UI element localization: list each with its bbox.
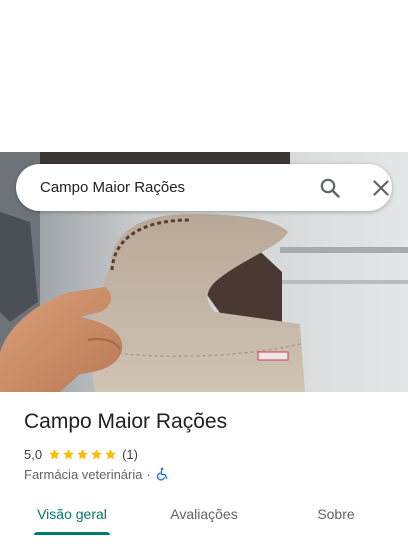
active-tab-indicator [34, 532, 110, 535]
tab-reviews[interactable]: Avaliações [156, 496, 252, 536]
rating-value: 5,0 [24, 446, 43, 462]
place-title: Campo Maior Rações [24, 410, 228, 433]
search-input[interactable]: Campo Maior Rações [40, 164, 185, 211]
tab-about[interactable]: Sobre [288, 496, 384, 536]
star-icon [105, 448, 116, 459]
rating-row[interactable]: 5,0 (1) [24, 445, 138, 463]
rating-stars [48, 448, 118, 461]
review-count[interactable]: (1) [122, 447, 138, 462]
tab-overview[interactable]: Visão geral [24, 496, 120, 536]
search-icon[interactable] [318, 176, 342, 200]
star-icon [49, 448, 60, 459]
star-icon [63, 448, 74, 459]
close-icon[interactable] [369, 176, 393, 200]
place-category: Farmácia veterinária [24, 466, 143, 482]
place-tabs: Visão geral Avaliações Sobre [0, 496, 408, 544]
star-icon [91, 448, 102, 459]
separator-dot: · [146, 466, 151, 482]
top-blank-area [0, 0, 408, 152]
star-icon [77, 448, 88, 459]
place-info-panel: Campo Maior Rações 5,0 (1) Farmácia vete… [0, 392, 408, 544]
search-box[interactable]: Campo Maior Rações [16, 164, 392, 211]
category-row: Farmácia veterinária · [24, 465, 169, 483]
wheelchair-icon [155, 467, 169, 481]
